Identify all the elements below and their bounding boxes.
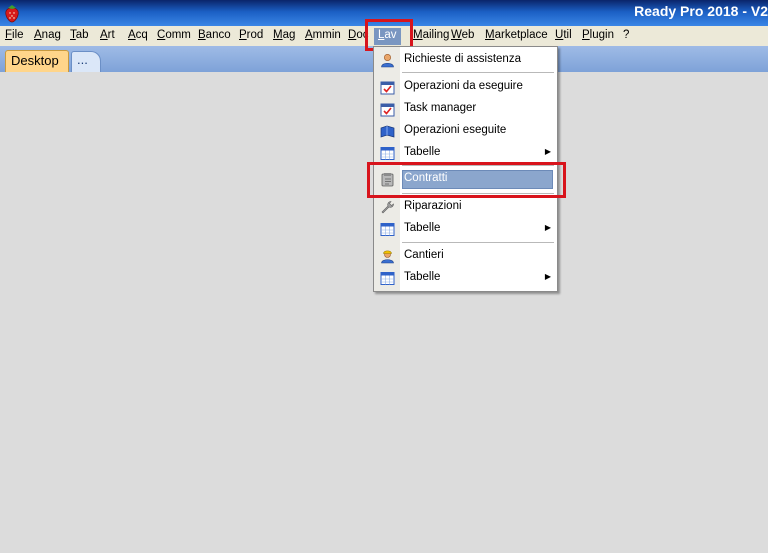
worker-icon [381,250,394,264]
menu-separator [402,242,554,243]
menu-item-label: Cantieri [404,249,444,261]
menu-item-task-manager[interactable]: Task manager [374,99,557,119]
window-title: Ready Pro 2018 - V2 [634,3,768,19]
menu-item-operazioni-eseguite[interactable]: Operazioni eseguite [374,121,557,141]
user-icon [381,53,394,68]
menu-mailing[interactable]: Mailing [413,29,449,41]
menu-item-label: Riparazioni [404,200,462,212]
menu-item-label: Operazioni da eseguire [404,80,523,92]
strawberry-logo-icon [5,5,19,23]
menu-help[interactable]: ? [623,29,629,41]
menu-plugin[interactable]: Plugin [582,29,614,41]
menu-item-tabelle-3[interactable]: Tabelle ▶ [374,268,557,288]
menu-tab[interactable]: Tab [70,29,89,41]
menu-item-cantieri[interactable]: Cantieri [374,246,557,266]
wrench-icon [381,201,394,214]
menu-prod[interactable]: Prod [239,29,263,41]
menu-item-tabelle-1[interactable]: Tabelle ▶ [374,143,557,163]
menu-acq[interactable]: Acq [128,29,148,41]
menu-file[interactable]: File [5,29,24,41]
menu-util[interactable]: Util [555,29,572,41]
submenu-arrow-icon: ▶ [544,272,551,281]
menu-ammin[interactable]: Ammin [305,29,341,41]
menu-item-label: Task manager [404,102,477,114]
table-icon [380,272,395,285]
submenu-arrow-icon: ▶ [544,147,551,156]
tab-desktop[interactable]: Desktop [5,50,69,72]
submenu-arrow-icon: ▶ [544,223,551,232]
menu-item-label: Operazioni eseguite [404,124,507,136]
menu-mag[interactable]: Mag [273,29,295,41]
menu-web[interactable]: Web [451,29,474,41]
table-icon [380,223,395,236]
menu-art[interactable]: Art [100,29,115,41]
table-icon [380,147,395,160]
menu-marketplace[interactable]: Marketplace [485,29,548,41]
menu-anag[interactable]: Anag [34,29,61,41]
menu-comm[interactable]: Comm [157,29,191,41]
tab-more[interactable]: ... [71,51,101,72]
menu-item-riparazioni[interactable]: Riparazioni [374,197,557,217]
menu-item-operazioni-da-eseguire[interactable]: Operazioni da eseguire [374,77,557,97]
menu-item-label: Tabelle [404,271,441,283]
menu-item-label: Tabelle [404,222,441,234]
calendar-task-icon [380,81,395,95]
calendar-task-icon [380,103,395,117]
menu-item-tabelle-2[interactable]: Tabelle ▶ [374,219,557,239]
menu-item-label: Tabelle [404,146,441,158]
menu-separator [402,72,554,73]
annotation-highlight-contratti [367,162,566,198]
menu-item-label: Richieste di assistenza [404,53,521,65]
book-icon [380,125,395,138]
menu-banco[interactable]: Banco [198,29,231,41]
menu-item-richieste-assistenza[interactable]: Richieste di assistenza [374,50,557,70]
